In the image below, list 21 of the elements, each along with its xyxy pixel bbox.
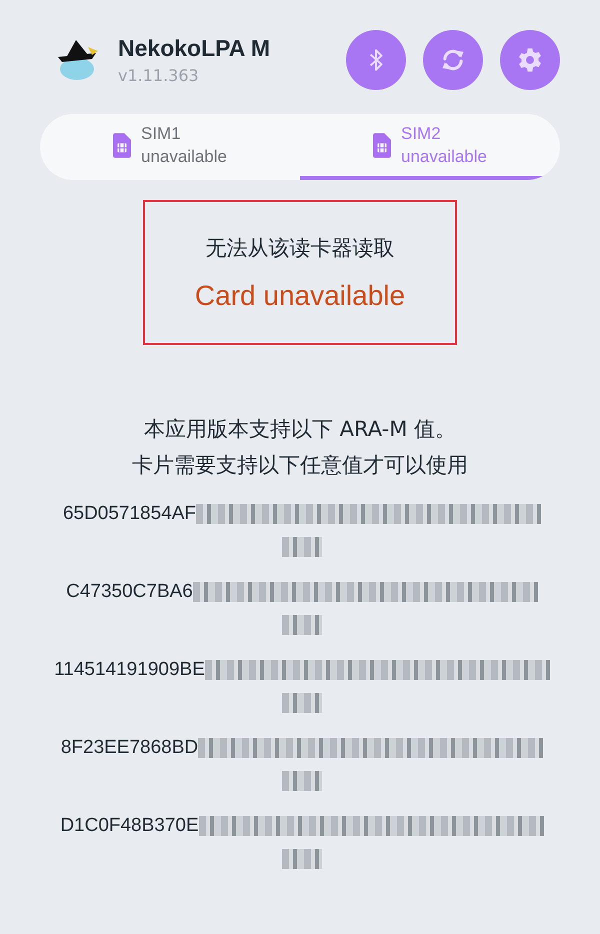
redacted-block xyxy=(282,693,322,713)
redacted-block xyxy=(282,537,322,557)
redacted-block xyxy=(282,771,322,791)
ara-m-value: 8F23EE7868BD xyxy=(60,737,198,759)
settings-icon xyxy=(516,46,544,74)
ara-m-value: D1C0F48B370E xyxy=(60,815,199,837)
sim-card-icon xyxy=(372,132,391,158)
app-title: NekokoLPA M xyxy=(118,35,270,62)
ara-m-value: C47350C7BA6 xyxy=(66,581,193,603)
ara-m-value: 65D0571854AF xyxy=(62,503,196,525)
error-title: Card unavailable xyxy=(194,280,406,312)
sim-tab[interactable]: SIM2 unavailable xyxy=(300,114,560,180)
info-text: 卡片需要支持以下任意值才可以使用 xyxy=(132,452,468,479)
info-text: 本应用版本支持以下 ARA-M 值。 xyxy=(144,416,456,443)
app-version: v1.11.363 xyxy=(118,66,200,85)
sim-tab[interactable]: SIM1 unavailable xyxy=(40,114,300,180)
ara-m-value: 114514191909BE xyxy=(54,659,205,681)
redacted-block xyxy=(282,849,322,869)
redacted-block xyxy=(282,615,322,635)
error-message: 无法从该读卡器读取 xyxy=(206,234,394,262)
sim-card-icon xyxy=(112,132,131,158)
